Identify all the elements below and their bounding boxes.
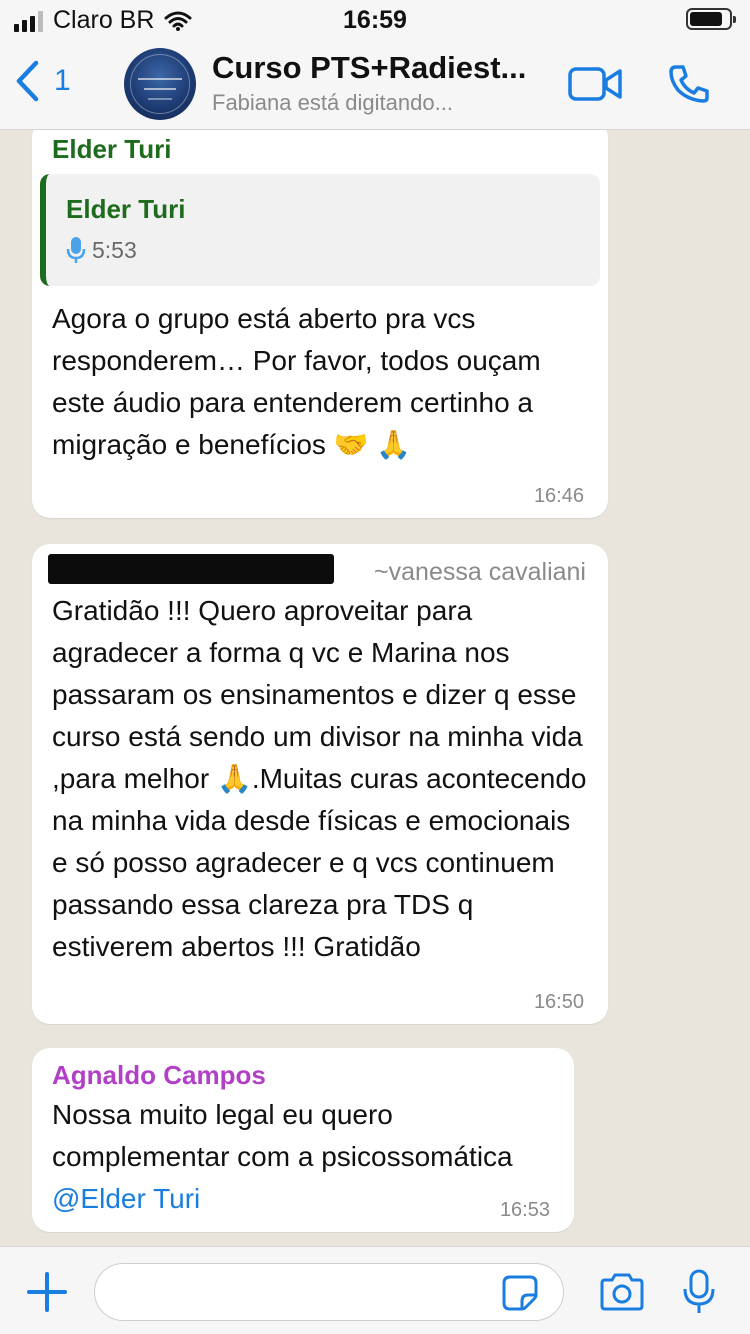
typing-status: Fabiana está digitando... <box>212 90 453 115</box>
group-avatar[interactable] <box>124 48 196 120</box>
carrier-label: Claro BR <box>53 6 155 34</box>
phone-icon[interactable] <box>668 64 710 104</box>
quoted-audio-message[interactable]: Elder Turi 5:53 <box>40 174 600 286</box>
message-bubble[interactable]: Agnaldo Campos Nossa muito legal eu quer… <box>32 1048 574 1232</box>
battery-icon <box>686 8 736 30</box>
voice-record-microphone-icon[interactable] <box>682 1269 716 1315</box>
message-sender: ~vanessa cavaliani <box>374 558 586 586</box>
back-chevron-icon <box>16 60 39 102</box>
back-button[interactable]: 1 <box>14 60 71 102</box>
chat-area[interactable]: Elder Turi Elder Turi 5:53 Agora o grupo… <box>0 130 750 1246</box>
message-bubble[interactable]: ~vanessa cavaliani Gratidão !!! Quero ap… <box>32 544 608 1024</box>
message-text: Nossa muito legal eu quero complementar … <box>52 1099 513 1214</box>
mention-link[interactable]: @Elder Turi <box>52 1183 200 1214</box>
group-info[interactable]: Curso PTS+Radiest... Fabiana está digita… <box>212 50 552 116</box>
signal-icon <box>14 10 43 32</box>
wifi-icon <box>164 11 192 31</box>
plus-icon[interactable] <box>26 1271 68 1313</box>
message-time: 16:46 <box>533 485 584 507</box>
message-time: 16:50 <box>533 991 584 1013</box>
redacted-phone-number <box>48 554 334 584</box>
message-bubble[interactable]: Elder Turi Elder Turi 5:53 Agora o grupo… <box>32 130 608 518</box>
video-call-icon[interactable] <box>568 66 622 102</box>
message-sender: Agnaldo Campos <box>52 1060 266 1090</box>
sticker-icon[interactable] <box>502 1275 538 1311</box>
message-text: Agora o grupo está aberto pra vcs respon… <box>52 303 541 460</box>
quoted-sender: Elder Turi <box>66 194 186 224</box>
message-input[interactable] <box>94 1263 564 1321</box>
composer-bar <box>0 1246 750 1334</box>
audio-duration: 5:53 <box>92 236 137 263</box>
microphone-icon <box>66 237 86 263</box>
camera-icon[interactable] <box>598 1273 646 1311</box>
status-bar: Claro BR 16:59 <box>0 0 750 40</box>
message-time: 16:53 <box>499 1199 550 1221</box>
message-text: Gratidão !!! Quero aproveitar para agrad… <box>52 595 587 962</box>
message-sender: Elder Turi <box>52 134 172 164</box>
chat-header: 1 Curso PTS+Radiest... Fabiana está digi… <box>0 40 750 130</box>
group-title: Curso PTS+Radiest... <box>212 50 527 85</box>
unread-count: 1 <box>54 64 71 97</box>
